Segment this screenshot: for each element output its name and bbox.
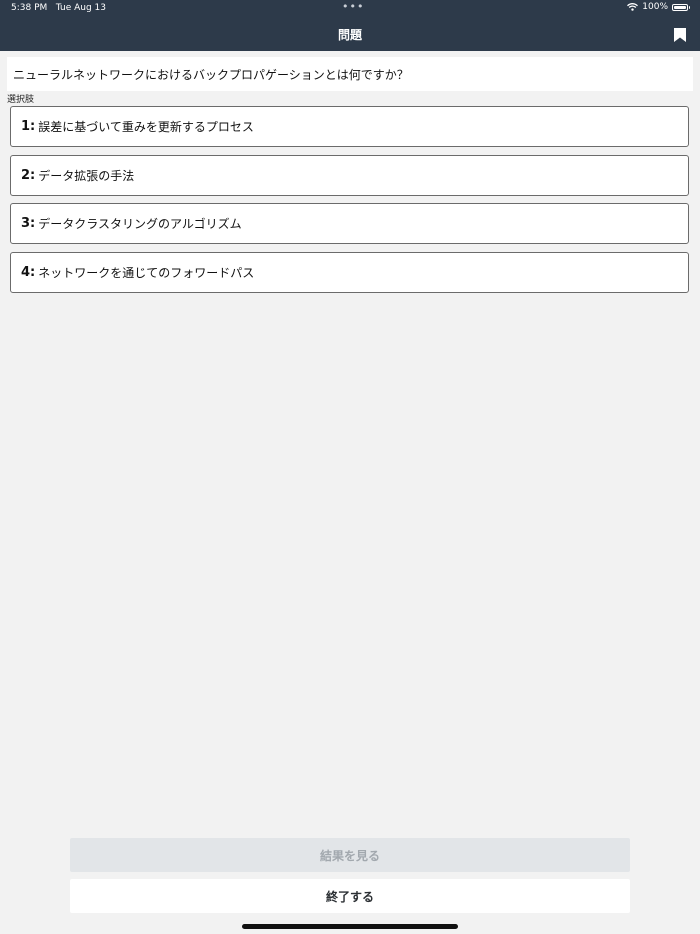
choice-option-2[interactable]: 2: データ拡張の手法 — [10, 155, 689, 196]
page-title: 問題 — [337, 28, 362, 42]
battery-icon — [672, 3, 690, 11]
choice-text: データクラスタリングのアルゴリズム — [38, 217, 242, 231]
bookmark-icon[interactable] — [674, 27, 686, 46]
choice-number: 1: — [21, 119, 36, 134]
question-text: ニューラルネットワークにおけるバックプロパゲーションとは何ですか？ — [13, 67, 409, 82]
multitasking-dots-icon[interactable]: ••• — [342, 0, 364, 13]
choices-label: 選択肢 — [7, 95, 35, 105]
choice-text: ネットワークを通じてのフォワードパス — [38, 266, 255, 280]
choice-text: データ拡張の手法 — [38, 169, 135, 183]
choice-number: 2: — [21, 168, 36, 183]
question-text-box: ニューラルネットワークにおけるバックプロパゲーションとは何ですか？ — [7, 57, 693, 91]
see-results-button[interactable]: 結果を見る — [70, 838, 630, 872]
choice-number: 3: — [21, 216, 36, 231]
choice-text: 誤差に基づいて重みを更新するプロセス — [38, 120, 254, 134]
choice-number: 4: — [21, 265, 36, 280]
home-indicator[interactable] — [242, 924, 458, 929]
status-clock: 5:38 PM — [11, 3, 48, 13]
status-time: 5:38 PM Tue Aug 13 — [11, 3, 106, 13]
top-bar: 5:38 PM Tue Aug 13 ••• 100% 問題 — [0, 0, 700, 51]
choice-option-1[interactable]: 1: 誤差に基づいて重みを更新するプロセス — [10, 106, 689, 147]
choice-option-3[interactable]: 3: データクラスタリングのアルゴリズム — [10, 203, 689, 244]
choice-option-4[interactable]: 4: ネットワークを通じてのフォワードパス — [10, 252, 689, 293]
status-indicators: 100% — [627, 2, 690, 12]
wifi-icon — [627, 3, 639, 11]
status-date: Tue Aug 13 — [55, 3, 106, 13]
battery-percent: 100% — [642, 2, 668, 12]
finish-button[interactable]: 終了する — [70, 879, 630, 913]
